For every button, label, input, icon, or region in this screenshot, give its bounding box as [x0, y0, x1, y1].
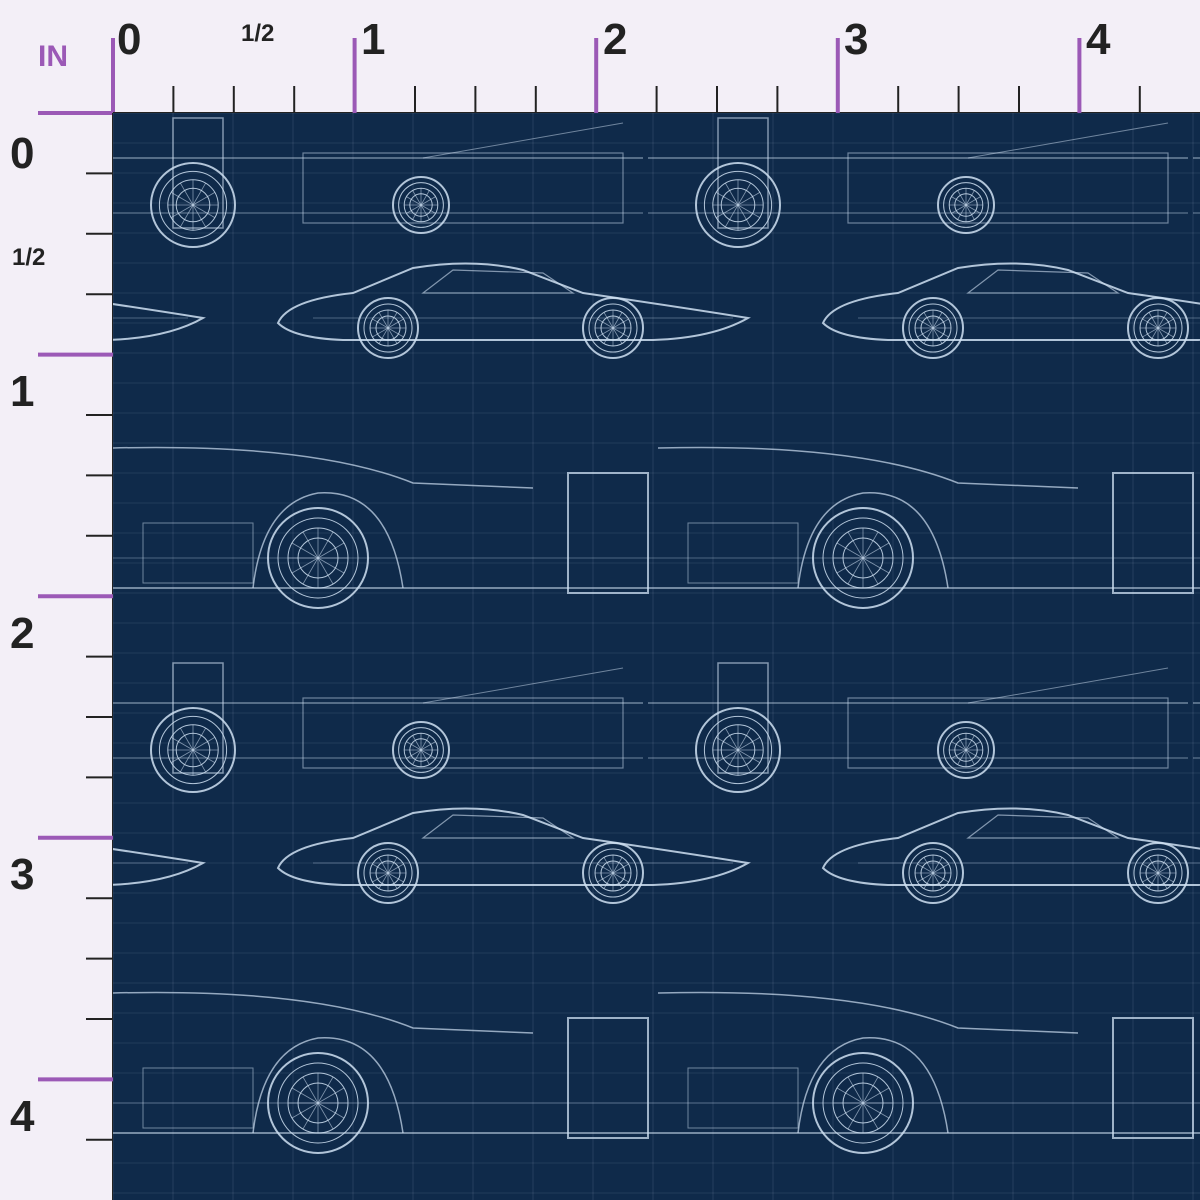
left-label-half: 1/2 — [12, 244, 46, 271]
top-label-1: 1 — [361, 15, 386, 64]
top-label-4: 4 — [1086, 15, 1111, 64]
left-label-3: 3 — [10, 850, 35, 899]
wheel-blueprint-band — [113, 446, 1200, 609]
top-label-3: 3 — [844, 15, 869, 64]
left-label-4: 4 — [10, 1092, 35, 1141]
left-label-1: 1 — [10, 367, 35, 416]
blueprint-pattern-swatch — [113, 113, 1200, 1200]
coupe-blueprint-band — [113, 262, 1200, 359]
chassis-blueprint-band — [113, 117, 1200, 248]
fabric-swatch-preview: IN 0 1/2 1 2 3 4 0 1/2 1 2 3 4 — [0, 0, 1200, 1200]
coupe-blueprint-band — [113, 807, 1200, 904]
unit-label: IN — [38, 40, 68, 73]
car-blueprint-icon — [113, 113, 1200, 1200]
top-label-0: 0 — [117, 15, 142, 64]
left-label-2: 2 — [10, 609, 35, 658]
left-label-0: 0 — [10, 129, 35, 178]
top-label-half: 1/2 — [241, 20, 275, 47]
top-label-2: 2 — [603, 15, 628, 64]
